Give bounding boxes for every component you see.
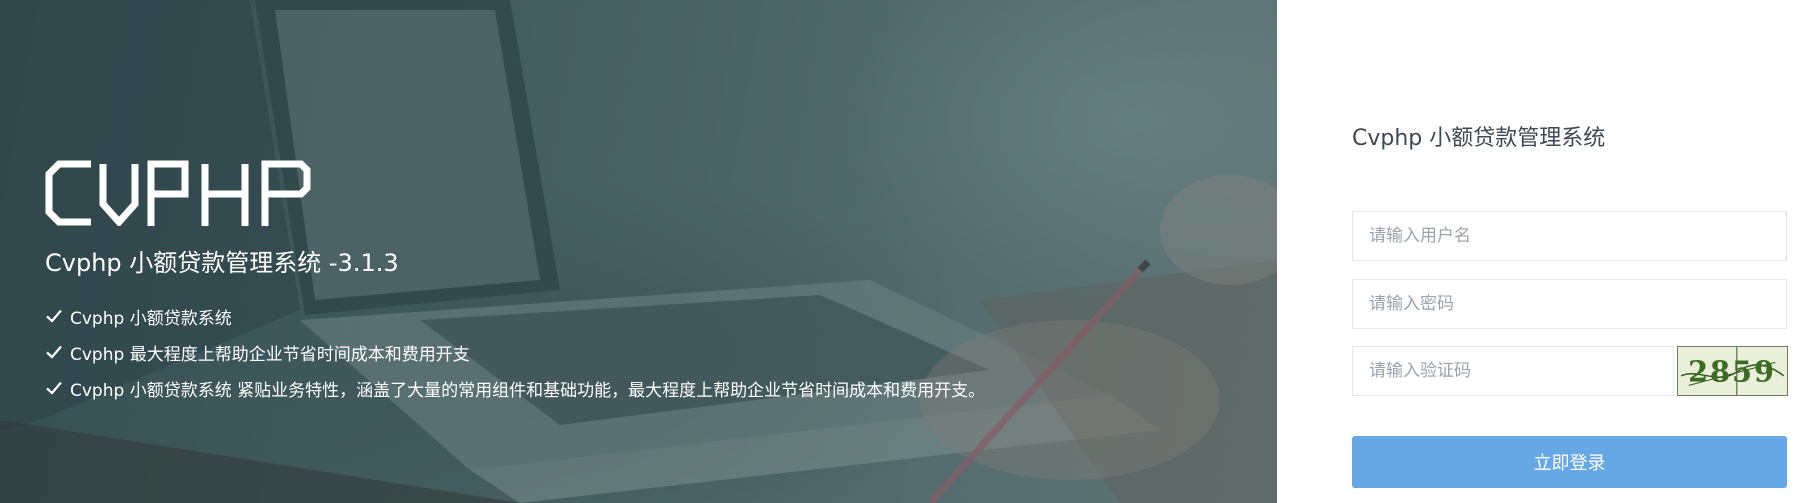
captcha-image[interactable]: 2859	[1677, 346, 1788, 396]
captcha-input[interactable]	[1353, 347, 1673, 395]
captcha-field	[1352, 346, 1674, 396]
username-field	[1352, 211, 1787, 261]
feature-text: Cvphp 最大程度上帮助企业节省时间成本和费用开支	[70, 344, 470, 365]
check-icon	[46, 345, 62, 359]
feature-list: Cvphp 小额贷款系统 Cvphp 最大程度上帮助企业节省时间成本和费用开支 …	[45, 298, 985, 406]
username-input[interactable]	[1353, 212, 1786, 260]
login-page: Cvphp 小额贷款管理系统 -3.1.3 Cvphp 小额贷款系统 Cvphp…	[0, 0, 1810, 503]
password-input[interactable]	[1353, 280, 1786, 328]
password-field	[1352, 279, 1787, 329]
feature-text: Cvphp 小额贷款系统 紧贴业务特性，涵盖了大量的常用组件和基础功能，最大程度…	[70, 380, 986, 401]
feature-item: Cvphp 小额贷款系统 紧贴业务特性，涵盖了大量的常用组件和基础功能，最大程度…	[45, 370, 985, 406]
feature-item: Cvphp 小额贷款系统	[45, 298, 985, 334]
check-icon	[46, 309, 62, 323]
login-title: Cvphp 小额贷款管理系统	[1352, 126, 1606, 151]
login-panel: Cvphp 小额贷款管理系统 2859 立即登录	[1277, 0, 1810, 503]
login-button[interactable]: 立即登录	[1352, 436, 1787, 488]
hero-content: Cvphp 小额贷款管理系统 -3.1.3 Cvphp 小额贷款系统 Cvphp…	[45, 160, 985, 406]
check-icon	[46, 381, 62, 395]
feature-text: Cvphp 小额贷款系统	[70, 308, 232, 329]
captcha-text: 2859	[1688, 355, 1776, 389]
feature-item: Cvphp 最大程度上帮助企业节省时间成本和费用开支	[45, 334, 985, 370]
hero-banner: Cvphp 小额贷款管理系统 -3.1.3 Cvphp 小额贷款系统 Cvphp…	[0, 0, 1277, 503]
cvphp-logo	[45, 160, 311, 226]
hero-title: Cvphp 小额贷款管理系统 -3.1.3	[45, 249, 399, 277]
